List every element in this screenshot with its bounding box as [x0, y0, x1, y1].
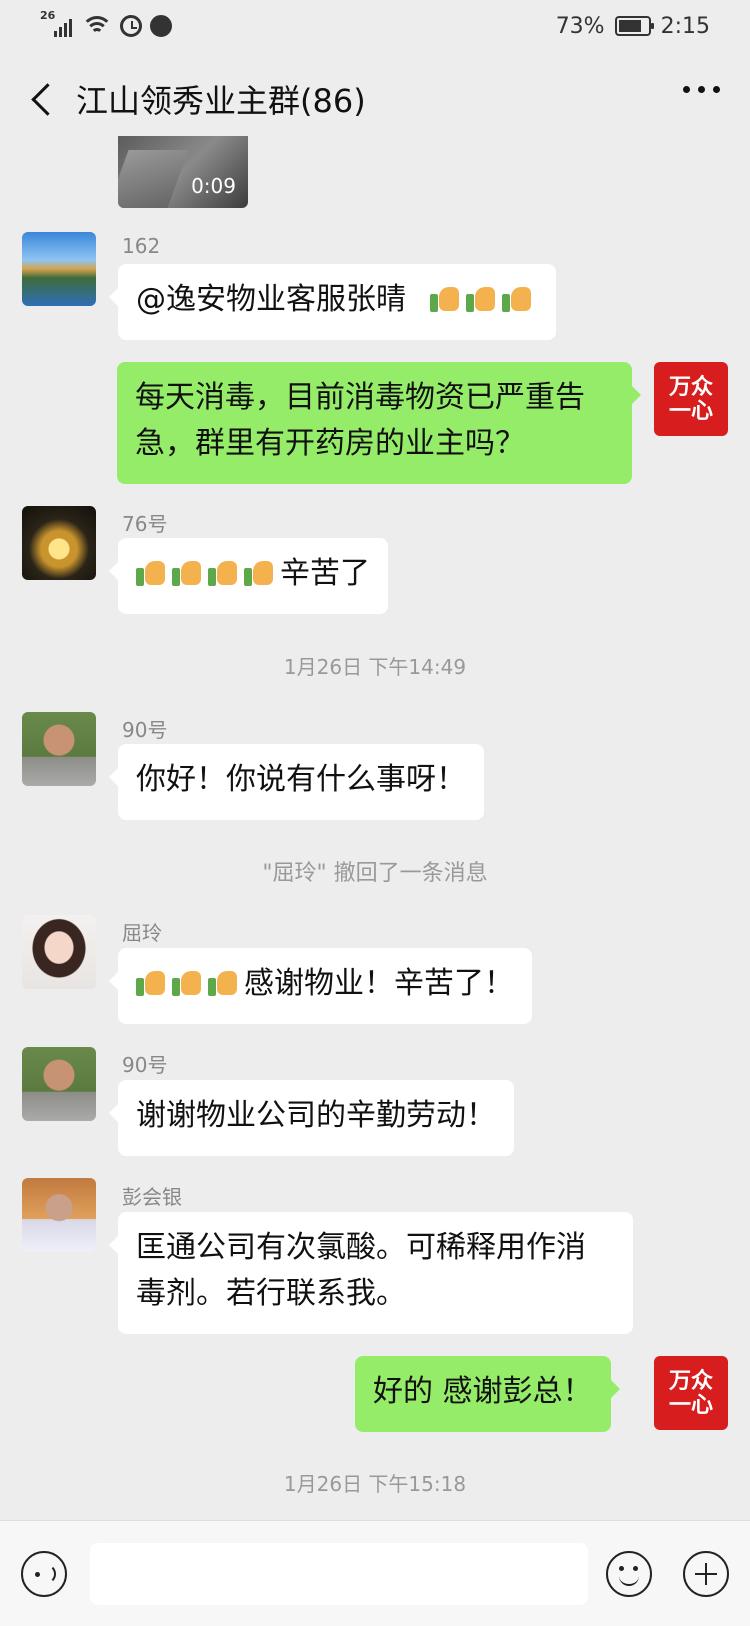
- message-text: 感谢物业！辛苦了！: [244, 966, 514, 1001]
- message-bubble[interactable]: 匡通公司有次氯酸。可稀释用作消 毒剂。若行联系我。: [109, 1212, 633, 1334]
- notification-icon: [150, 15, 172, 37]
- avatar[interactable]: [22, 506, 96, 580]
- avatar-text: 一心: [668, 399, 713, 424]
- message-bubble[interactable]: @逸安物业客服张晴: [109, 264, 556, 340]
- video-duration: 0:09: [191, 174, 236, 198]
- clock: 2:15: [660, 13, 710, 39]
- message-bubble[interactable]: 你好！你说有什么事呀！: [109, 744, 484, 820]
- alarm-icon: [120, 15, 142, 37]
- sender-name: 90号: [122, 1053, 168, 1077]
- recall-notice: "屈玲" 撤回了一条消息: [262, 861, 488, 886]
- emoji-icon[interactable]: [606, 1551, 652, 1597]
- sender-name: 90号: [122, 718, 168, 742]
- video-thumbnail: [118, 150, 189, 208]
- message-bubble[interactable]: 辛苦了: [109, 538, 388, 614]
- avatar-text: 万众: [668, 375, 713, 400]
- sender-name: 屈玲: [122, 921, 162, 945]
- self-avatar[interactable]: 万众 一心: [654, 1356, 728, 1430]
- thumbs-up-icon: [429, 283, 460, 313]
- message-text-line: 毒剂。若行联系我。: [136, 1276, 406, 1311]
- thumbs-up-icon: [208, 557, 238, 587]
- avatar[interactable]: [22, 232, 96, 306]
- timestamp: 1月26日 下午14:49: [283, 655, 467, 679]
- thumbs-up-icon: [465, 283, 496, 313]
- more-options-icon[interactable]: [683, 86, 720, 93]
- avatar[interactable]: [22, 1047, 96, 1121]
- message-bubble[interactable]: 每天消毒，目前消毒物资已严重告 急，群里有开药房的业主吗？: [117, 362, 641, 484]
- battery-icon: [614, 16, 654, 36]
- thumbs-up-icon: [501, 283, 532, 313]
- message-text: 辛苦了: [280, 556, 370, 591]
- back-arrow-icon[interactable]: [26, 80, 62, 120]
- status-right: 73% 2:15: [556, 12, 710, 40]
- avatar[interactable]: [22, 915, 96, 989]
- voice-input-icon[interactable]: [21, 1551, 67, 1597]
- message-text-line: 每天消毒，目前消毒物资已严重告: [135, 380, 585, 415]
- message-bubble[interactable]: 感谢物业！辛苦了！: [109, 948, 532, 1024]
- message-bubble[interactable]: 好的 感谢彭总！: [355, 1356, 620, 1432]
- status-bar: 26 73% 2:15: [0, 0, 750, 52]
- message-text: 好的 感谢彭总！: [373, 1374, 593, 1409]
- avatar[interactable]: [22, 1178, 96, 1252]
- message-text: @逸安物业客服张晴: [136, 282, 406, 317]
- message-text-line: 匡通公司有次氯酸。可稀释用作消: [136, 1230, 586, 1265]
- self-avatar[interactable]: 万众 一心: [654, 362, 728, 436]
- thumbs-up-icon: [172, 967, 202, 997]
- timestamp: 1月26日 下午15:18: [283, 1472, 467, 1496]
- plus-icon[interactable]: [683, 1551, 729, 1597]
- avatar-text: 万众: [668, 1369, 713, 1394]
- thumbs-up-icon: [208, 967, 238, 997]
- video-message[interactable]: 0:09: [118, 136, 248, 208]
- input-bar: [0, 1520, 750, 1626]
- sender-name: 76号: [122, 512, 168, 536]
- chat-title: 江山领秀业主群(86): [76, 82, 366, 120]
- message-text-line: 急，群里有开药房的业主吗？: [135, 426, 525, 461]
- chat-header: 江山领秀业主群(86): [0, 52, 750, 148]
- avatar[interactable]: [22, 712, 96, 786]
- sender-name: 162: [122, 234, 161, 258]
- battery-percent: 73%: [555, 13, 605, 39]
- thumbs-up-icon: [244, 557, 274, 587]
- wifi-icon: [81, 14, 113, 38]
- sender-name: 彭会银: [122, 1185, 182, 1209]
- message-input[interactable]: [90, 1543, 588, 1605]
- thumbs-up-icon: [172, 557, 202, 587]
- thumbs-up-icon: [136, 557, 166, 587]
- thumbs-up-icon: [136, 967, 166, 997]
- message-text: 谢谢物业公司的辛勤劳动！: [136, 1098, 496, 1133]
- signal-icon: 26: [40, 9, 74, 39]
- message-bubble[interactable]: 谢谢物业公司的辛勤劳动！: [109, 1080, 514, 1156]
- message-text: 你好！你说有什么事呀！: [136, 762, 466, 797]
- avatar-text: 一心: [668, 1393, 713, 1418]
- status-left: 26: [40, 9, 172, 40]
